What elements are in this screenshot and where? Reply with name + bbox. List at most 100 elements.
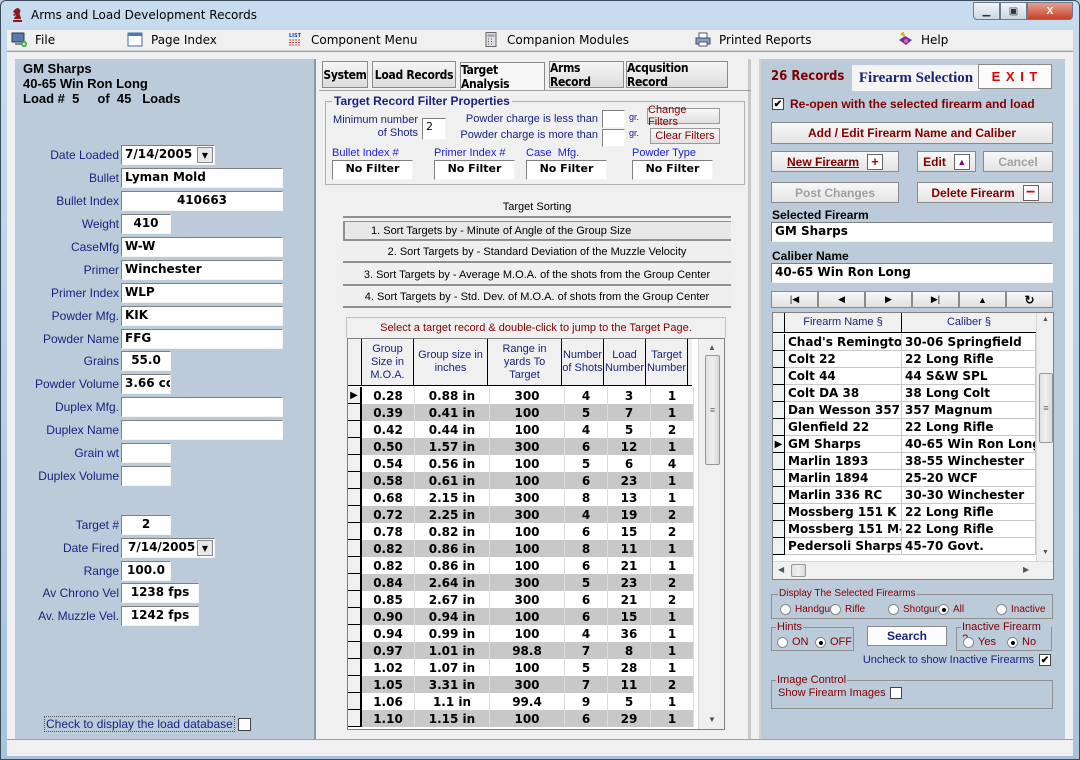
row-selector[interactable]: [348, 591, 362, 608]
firearm-row[interactable]: Glenfield 22 22 Long Rifle: [773, 419, 1036, 436]
row-selector[interactable]: [348, 693, 362, 710]
row-selector[interactable]: [348, 710, 362, 727]
row-selector[interactable]: [348, 506, 362, 523]
post-changes-button[interactable]: Post Changes: [771, 182, 899, 203]
firearm-grid-vscroll[interactable]: ▲ ≡ ▼: [1036, 313, 1053, 561]
firearm-row[interactable]: Chad's Remington 70030-06 Springfield: [773, 334, 1036, 351]
minimize-button[interactable]: ▁: [973, 2, 1000, 20]
duplex-name-field[interactable]: [121, 420, 283, 440]
no-radio[interactable]: [1007, 636, 1018, 648]
row-selector[interactable]: [773, 385, 785, 402]
menu-page-index[interactable]: Page Index: [127, 32, 217, 47]
menu-file[interactable]: File: [11, 32, 55, 47]
cancel-button[interactable]: Cancel: [983, 151, 1053, 172]
target-column-5[interactable]: Load Number: [604, 339, 646, 385]
row-selector[interactable]: [348, 557, 362, 574]
powder-type-filter-select[interactable]: No Filter: [632, 160, 713, 180]
target-column-4[interactable]: Number of Shots: [562, 339, 604, 385]
firearm-row[interactable]: Marlin 1894 25-20 WCF: [773, 470, 1036, 487]
maximize-button[interactable]: ▣: [1000, 2, 1027, 20]
firearm-row[interactable]: ▶ GM Sharps 40-65 Win Ron Long: [773, 436, 1036, 453]
row-selector[interactable]: [348, 421, 362, 438]
target-column-1[interactable]: Group Size in M.O.A.: [362, 339, 414, 385]
target-column-3[interactable]: Range in yards To Target: [488, 339, 562, 385]
duplex-mfg-field[interactable]: [121, 397, 283, 417]
row-selector[interactable]: [348, 489, 362, 506]
display_options-handgun-option[interactable]: Handgun: [780, 604, 836, 615]
av-muzzle-vel-field[interactable]: 1242 fps: [121, 606, 199, 626]
target-row[interactable]: 0.42 0.44 in 100 4 5 2: [348, 421, 694, 438]
target-column-2[interactable]: Group size in inches: [414, 339, 488, 385]
row-selector[interactable]: [348, 472, 362, 489]
tab-target-analysis[interactable]: Target Analysis: [460, 62, 545, 91]
change-filters-button[interactable]: Change Filters: [647, 104, 720, 128]
target-row[interactable]: 0.84 2.64 in 300 5 23 2: [348, 574, 694, 591]
sort-option-4[interactable]: 4. Sort Targets by - Std. Dev. of M.O.A.…: [343, 288, 731, 308]
firearm-row[interactable]: Mossberg 151 K 22 Long Rifle: [773, 504, 1036, 521]
target-row[interactable]: 0.85 2.67 in 300 6 21 2: [348, 591, 694, 608]
target-row[interactable]: ▶ 0.28 0.88 in 300 4 3 1: [348, 387, 694, 404]
target-row[interactable]: 0.94 0.99 in 100 4 36 1: [348, 625, 694, 642]
display_options-rifle-option[interactable]: Rifle: [830, 604, 865, 615]
display_options-all-option[interactable]: All: [938, 604, 964, 615]
selected-firearm-field[interactable]: GM Sharps: [771, 222, 1053, 242]
target-grid-scrollbar[interactable]: ▲ ≡ ▼: [698, 339, 724, 729]
reopen-checkbox[interactable]: ✔: [772, 98, 784, 110]
row-selector[interactable]: ▶: [773, 436, 785, 453]
sort-option-3[interactable]: 3. Sort Targets by - Average M.O.A. of t…: [343, 266, 731, 286]
search-button[interactable]: Search: [867, 626, 947, 646]
hints_options-on-option[interactable]: ON: [777, 636, 809, 648]
nav-prev-button[interactable]: ◀: [818, 291, 865, 308]
firearm-grid-scroll-thumb[interactable]: ≡: [1039, 373, 1053, 443]
firearm-row[interactable]: Colt 22 22 Long Rifle: [773, 351, 1036, 368]
range-field[interactable]: 100.0: [121, 561, 171, 581]
yes-radio[interactable]: [963, 636, 974, 648]
off-radio[interactable]: [815, 636, 826, 648]
sort-option-2[interactable]: 2. Sort Targets by - Standard Deviation …: [343, 243, 731, 263]
row-selector[interactable]: [348, 625, 362, 642]
target-field[interactable]: 2: [121, 515, 171, 535]
duplex-volume-field[interactable]: [121, 466, 171, 486]
grains-field[interactable]: 55.0: [121, 351, 171, 371]
new-firearm-button[interactable]: New Firearm +: [771, 151, 899, 172]
min-shots-input[interactable]: 2: [422, 118, 446, 140]
row-selector[interactable]: ▶: [348, 387, 362, 404]
chevron-down-icon[interactable]: ▼: [197, 147, 213, 163]
case-mfg-filter-select[interactable]: No Filter: [526, 160, 607, 180]
row-selector[interactable]: [773, 487, 785, 504]
nav-last-button[interactable]: ▶|: [912, 291, 959, 308]
nav-up-button[interactable]: ▲: [959, 291, 1006, 308]
target-row[interactable]: 0.58 0.61 in 100 6 23 1: [348, 472, 694, 489]
bullet-index-filter-select[interactable]: No Filter: [332, 160, 413, 180]
inactive-radio[interactable]: [996, 604, 1007, 615]
target-row[interactable]: 0.82 0.86 in 100 6 21 1: [348, 557, 694, 574]
firearm-grid-hscroll-thumb[interactable]: [791, 564, 806, 577]
powder-name-field[interactable]: FFG: [121, 329, 283, 349]
row-selector[interactable]: [773, 334, 785, 351]
target-row[interactable]: 1.02 1.07 in 100 5 28 1: [348, 659, 694, 676]
on-radio[interactable]: [777, 636, 788, 648]
row-selector[interactable]: [773, 402, 785, 419]
chevron-down-icon[interactable]: ▼: [197, 540, 213, 556]
tab-load-records[interactable]: Load Records: [372, 61, 456, 88]
target-row[interactable]: 1.05 3.31 in 300 7 11 2: [348, 676, 694, 693]
target-row[interactable]: 0.72 2.25 in 300 4 19 2: [348, 506, 694, 523]
row-selector[interactable]: [773, 419, 785, 436]
display_options-inactive-option[interactable]: Inactive: [996, 604, 1045, 615]
target-row[interactable]: 1.10 1.15 in 100 6 29 1: [348, 710, 694, 727]
row-selector[interactable]: [348, 608, 362, 625]
powder-mfg-field[interactable]: KIK: [121, 306, 283, 326]
row-selector[interactable]: [773, 351, 785, 368]
av-chrono-vel-field[interactable]: 1238 fps: [121, 583, 199, 603]
rifle-radio[interactable]: [830, 604, 841, 615]
target-row[interactable]: 0.90 0.94 in 100 6 15 1: [348, 608, 694, 625]
firearm-row[interactable]: Marlin 1893 38-55 Winchester: [773, 453, 1036, 470]
exit-button[interactable]: E X I T: [978, 64, 1052, 89]
row-selector[interactable]: [348, 676, 362, 693]
row-selector[interactable]: [348, 574, 362, 591]
grain-wt-field[interactable]: [121, 443, 171, 463]
row-selector[interactable]: [773, 470, 785, 487]
firearm-row[interactable]: Colt DA 38 38 Long Colt: [773, 385, 1036, 402]
weight-field[interactable]: 410: [121, 214, 171, 234]
refresh-button[interactable]: ↻: [1006, 291, 1053, 308]
